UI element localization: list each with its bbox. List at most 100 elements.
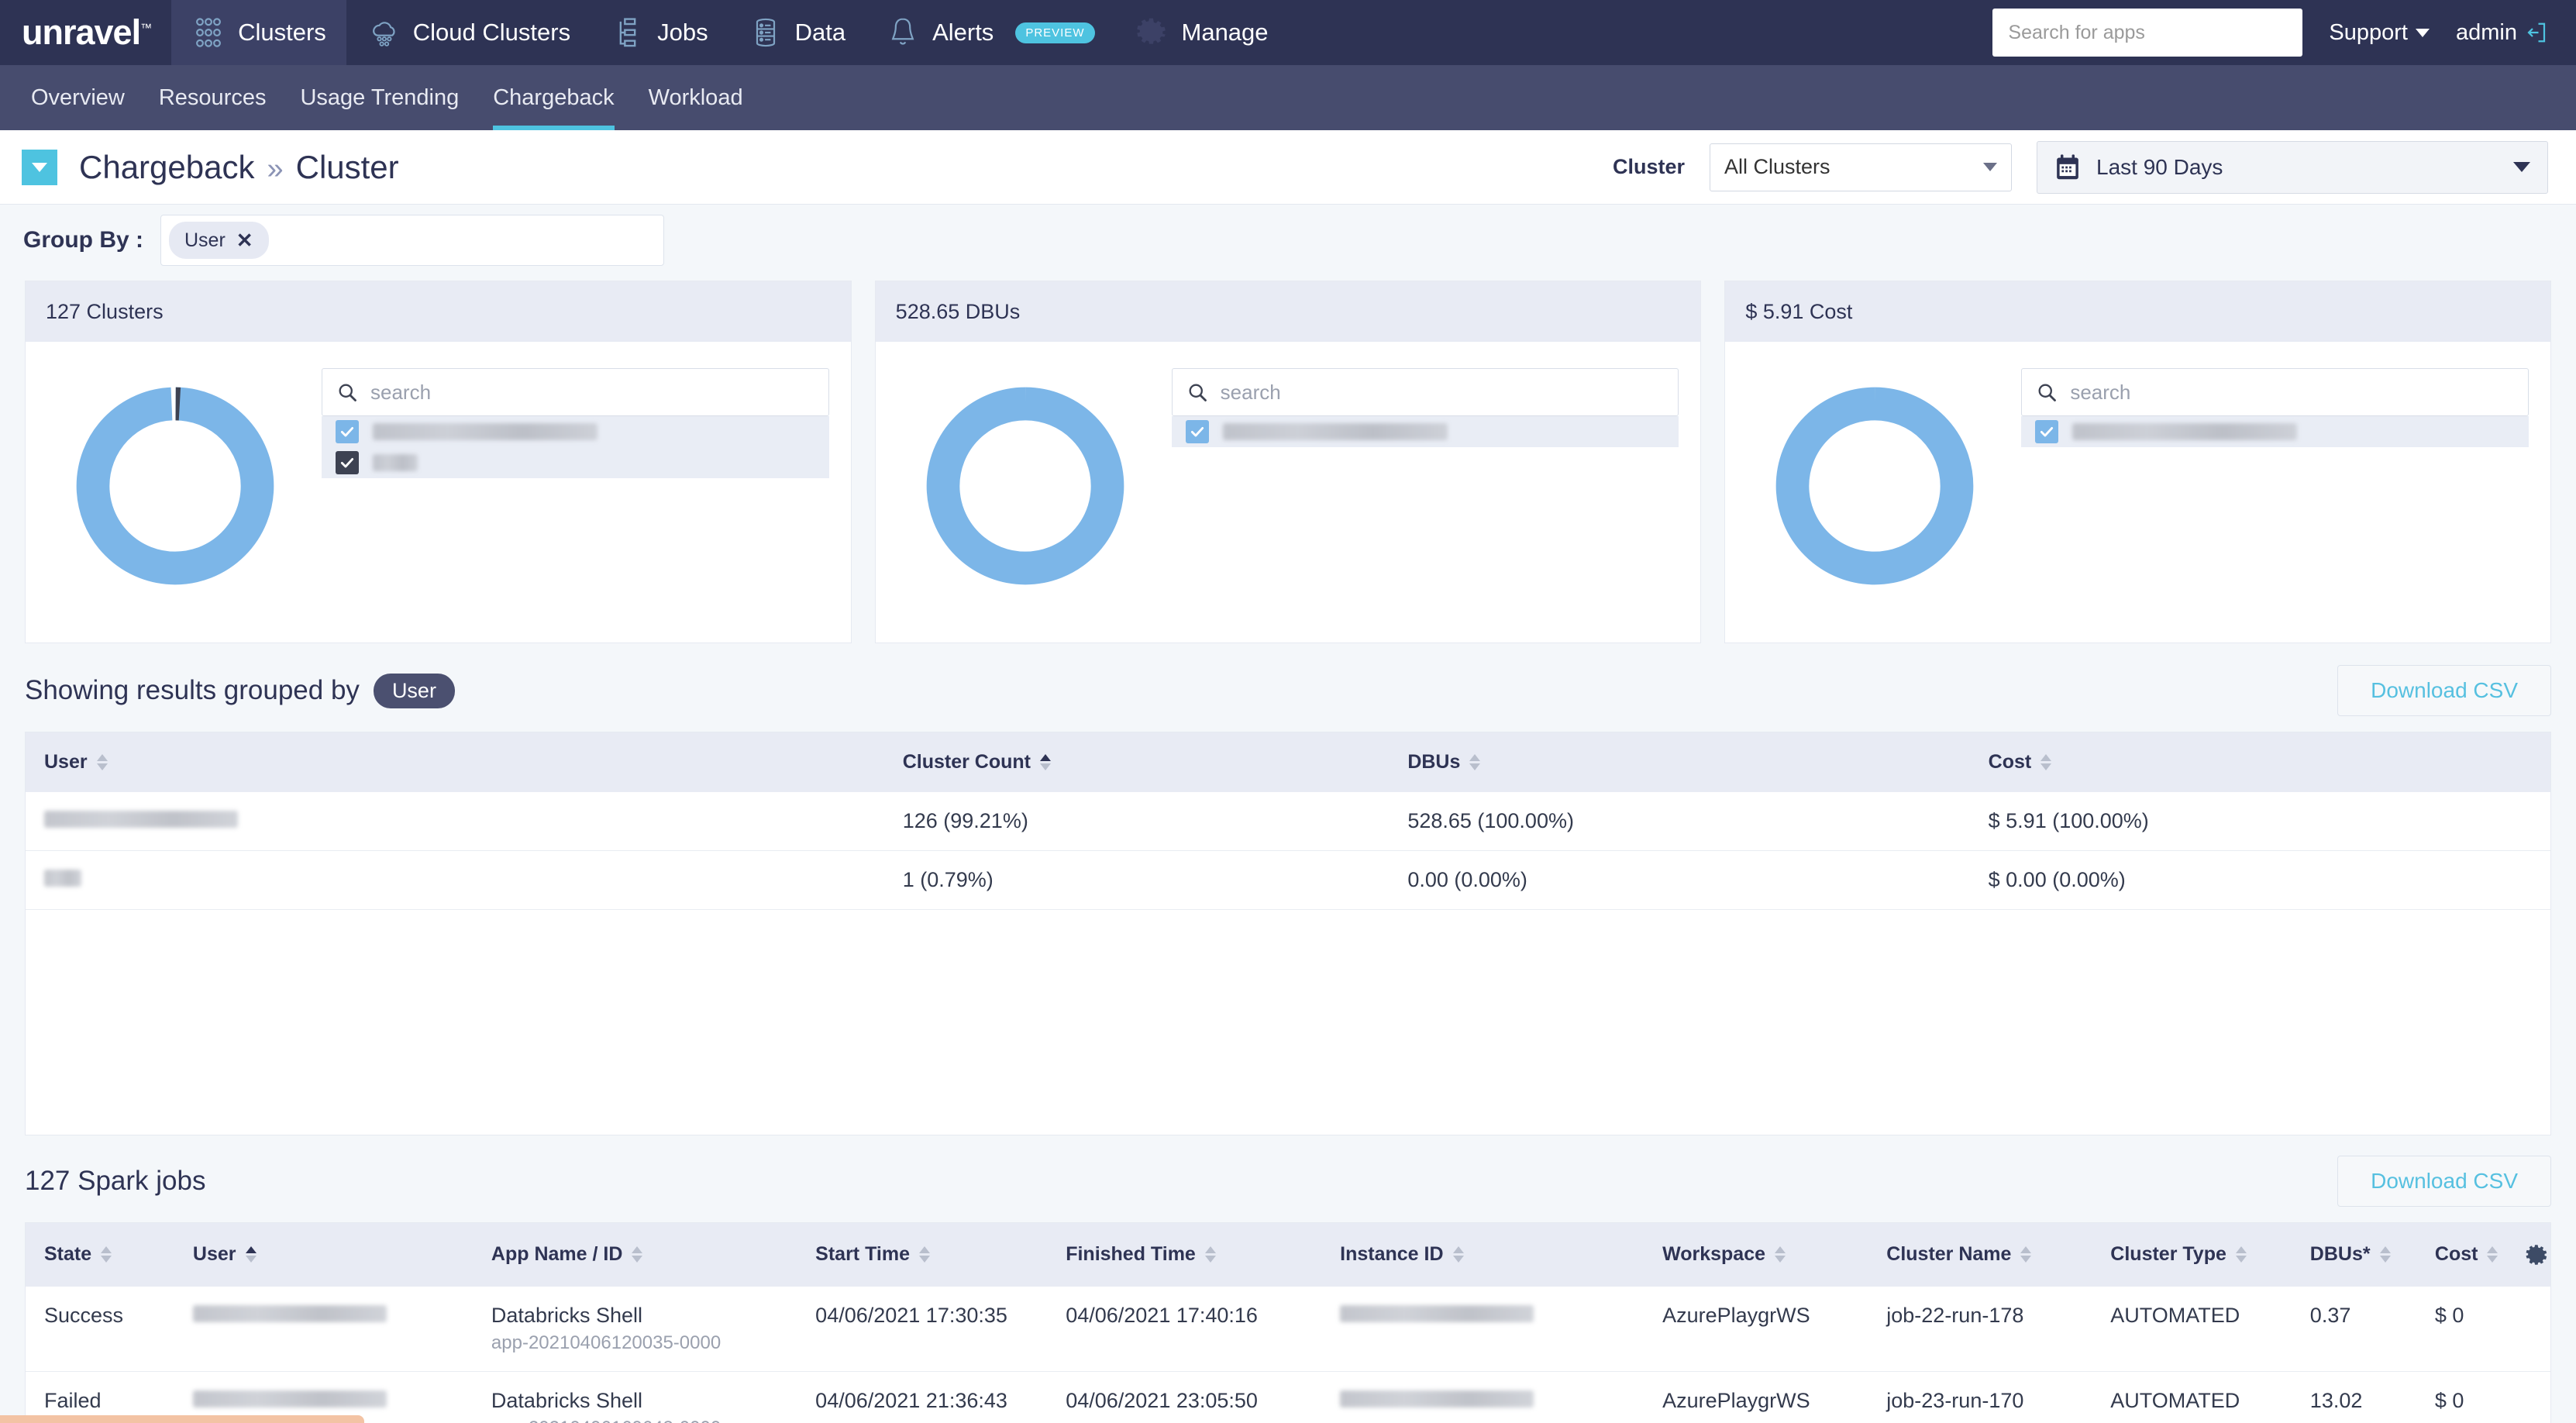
unravel-logo[interactable]: unravel™ [0,12,171,53]
summary-panels: 127 Clusters search 528.65 DBUs search $… [0,281,2576,643]
legend-item[interactable] [322,416,829,447]
legend-search-input-dbus[interactable] [1220,380,1665,405]
column-label: DBUs [1407,751,1461,773]
column-label: Cluster Type [2110,1243,2226,1265]
sort-icon[interactable] [2020,1246,2032,1263]
column-header-cost[interactable]: Cost [2416,1222,2516,1287]
collapse-toggle-button[interactable] [22,149,57,185]
sort-icon[interactable] [2379,1246,2391,1263]
column-label: Start Time [815,1243,910,1265]
column-header-user[interactable]: User [174,1222,473,1287]
column-header-state[interactable]: State [26,1222,174,1287]
table-row[interactable]: 1 (0.79%) 0.00 (0.00%) $ 0.00 (0.00%) [26,850,2550,910]
check-icon [2040,427,2054,437]
grouped-table-head: User Cluster Count DBUs Cost [26,732,2550,792]
tab-usage-trending[interactable]: Usage Trending [283,65,476,130]
table-row[interactable]: 126 (99.21%) 528.65 (100.00%) $ 5.91 (10… [26,792,2550,851]
cell-finished-time: 04/06/2021 17:40:16 [1047,1286,1322,1372]
chevron-down-icon [32,162,47,172]
sort-icon[interactable] [1469,754,1481,770]
sort-icon[interactable] [1775,1246,1786,1263]
column-header-cluster-type[interactable]: Cluster Type [2092,1222,2292,1287]
group-by-input[interactable]: User ✕ [160,215,664,266]
app-name[interactable]: Databricks Shell [491,1389,797,1413]
tab-chargeback[interactable]: Chargeback [476,65,631,130]
legend-checkbox[interactable] [336,451,359,474]
tab-resources[interactable]: Resources [142,65,284,130]
search-input[interactable] [1992,9,2303,57]
legend-checkbox[interactable] [1185,420,1209,443]
legend-checkbox[interactable] [336,420,359,443]
table-empty-space [26,910,2550,1135]
cell-cluster-name: job-22-run-178 [1868,1286,2092,1372]
date-range-picker[interactable]: Last 90 Days [2037,140,2548,194]
sort-icon[interactable] [918,1246,930,1263]
sort-icon[interactable] [2040,754,2052,770]
legend-checkbox[interactable] [2035,420,2059,443]
column-header-cluster-count[interactable]: Cluster Count [883,732,1390,792]
group-by-bar: Group By : User ✕ [0,205,2576,276]
column-header-instance-id[interactable]: Instance ID [1321,1222,1644,1287]
table-row[interactable]: Failed Databricks Shell app-202104061606… [26,1371,2550,1423]
sort-icon[interactable] [1452,1246,1464,1263]
cluster-select[interactable]: All Clusters [1710,143,2012,191]
breadcrumb-root[interactable]: Chargeback [79,149,254,186]
legend-search-input-clusters[interactable] [370,380,814,405]
legend-search-dbus[interactable] [1171,368,1679,416]
breadcrumb-separator: » [267,152,284,185]
app-name[interactable]: Databricks Shell [491,1304,797,1328]
legend-item[interactable] [1172,416,1679,447]
column-header-user[interactable]: User [26,732,884,792]
sort-icon[interactable] [2487,1246,2499,1263]
search-icon [2038,384,2057,401]
column-header-cost[interactable]: Cost [1969,732,2550,792]
column-settings-button[interactable] [2516,1222,2550,1287]
donut-chart-cost[interactable] [1747,368,2003,594]
column-header-finished-time[interactable]: Finished Time [1047,1222,1322,1287]
group-by-chip-user[interactable]: User ✕ [169,222,269,259]
download-csv-jobs-button[interactable]: Download CSV [2337,1155,2551,1207]
bottom-notification-strip[interactable] [0,1415,364,1423]
cell-dbus: 0.37 [2291,1286,2416,1372]
legend-list-cost [2021,416,2530,447]
column-header-dbus[interactable]: DBUs [1389,732,1970,792]
column-header-app-name-id[interactable]: App Name / ID [472,1222,797,1287]
nav-item-clusters-label: Clusters [238,19,326,46]
nav-item-manage[interactable]: Manage [1115,0,1289,65]
alerts-preview-badge: PREVIEW [1015,22,1095,43]
donut-chart-dbus[interactable] [897,368,1153,594]
sort-icon[interactable] [2235,1246,2247,1263]
sort-icon[interactable] [101,1246,112,1263]
legend-search-input-cost[interactable] [2070,380,2515,405]
legend-search-cost[interactable] [2021,368,2530,416]
table-row[interactable]: Success Databricks Shell app-20210406120… [26,1286,2550,1372]
cell-cluster-type: AUTOMATED [2092,1371,2292,1423]
sort-icon[interactable] [1204,1246,1216,1263]
tab-workload[interactable]: Workload [632,65,760,130]
user-menu[interactable]: admin [2456,20,2548,46]
nav-item-alerts[interactable]: Alerts PREVIEW [866,0,1114,65]
nav-item-jobs[interactable]: Jobs [591,0,728,65]
sort-icon[interactable] [632,1246,643,1263]
close-icon[interactable]: ✕ [236,229,253,253]
nav-item-cloud-clusters[interactable]: Cloud Clusters [346,0,591,65]
column-header-workspace[interactable]: Workspace [1644,1222,1868,1287]
tab-overview[interactable]: Overview [14,65,142,130]
donut-chart-clusters[interactable] [47,368,303,594]
column-label: Workspace [1662,1243,1765,1265]
cell-state: Success [26,1286,174,1372]
column-header-dbus[interactable]: DBUs* [2291,1222,2416,1287]
sort-icon[interactable] [245,1246,257,1263]
legend-item[interactable] [2021,416,2529,447]
sort-icon[interactable] [96,754,108,770]
support-menu[interactable]: Support [2329,20,2430,46]
legend-search-clusters[interactable] [322,368,829,416]
nav-item-clusters[interactable]: Clusters [171,0,346,65]
download-csv-grouped-button[interactable]: Download CSV [2337,665,2551,716]
legend-item[interactable] [322,447,829,478]
column-header-start-time[interactable]: Start Time [797,1222,1048,1287]
spark-jobs-table-card: State User App Name / ID Start Time Fini… [25,1221,2551,1423]
sort-icon[interactable] [1040,754,1051,770]
nav-item-data[interactable]: Data [728,0,866,65]
column-header-cluster-name[interactable]: Cluster Name [1868,1222,2092,1287]
